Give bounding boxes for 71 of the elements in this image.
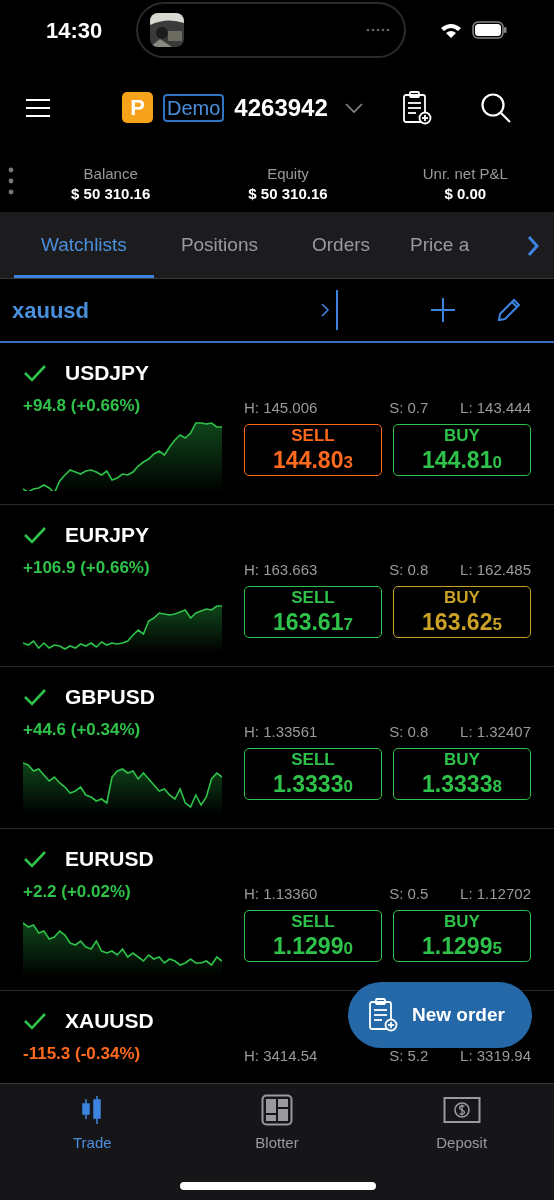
instrument-symbol[interactable]: GBPUSD: [65, 681, 155, 713]
tab[interactable]: Price a: [397, 212, 483, 278]
instrument-symbol[interactable]: EURUSD: [65, 843, 154, 875]
watchlist-name[interactable]: xauusd: [12, 293, 320, 327]
check-icon: [23, 363, 47, 383]
buy-button[interactable]: BUY 1.12995: [393, 909, 531, 962]
chevron-right-icon[interactable]: [526, 235, 540, 257]
high-price: H: 3414.54: [244, 1046, 318, 1066]
dashboard-icon: [261, 1094, 293, 1126]
buy-button[interactable]: BUY 1.33338: [393, 747, 531, 800]
price-change: +106.9 (+0.66%): [23, 557, 151, 579]
high-price: H: 1.13360: [244, 884, 318, 904]
chevron-down-icon[interactable]: [343, 101, 364, 114]
check-icon: [23, 525, 47, 545]
spread: S: 5.2: [389, 1046, 429, 1066]
dollar-bill-icon: [442, 1094, 481, 1126]
wifi-icon: [440, 22, 462, 38]
spread: S: 0.5: [389, 884, 429, 904]
summary-label: Equity: [267, 163, 309, 184]
sell-button[interactable]: SELL 1.33330: [244, 747, 382, 800]
new-order-button[interactable]: New order: [348, 982, 532, 1048]
sell-button[interactable]: SELL 1.12990: [244, 909, 382, 962]
instrument-symbol[interactable]: USDJPY: [65, 357, 150, 389]
clipboard-add-icon: [368, 998, 398, 1032]
add-icon[interactable]: [430, 297, 456, 323]
more-vertical-icon[interactable]: [8, 167, 14, 195]
check-icon: [23, 1011, 47, 1031]
low-price: L: 3319.94: [460, 1046, 531, 1066]
nav-tab[interactable]: Blotter: [184, 1094, 370, 1156]
low-price: L: 1.12702: [460, 884, 531, 904]
chevron-right-icon[interactable]: [320, 302, 330, 318]
price-change: +44.6 (+0.34%): [23, 719, 142, 741]
tab[interactable]: Watchlists: [14, 212, 154, 278]
buy-button[interactable]: BUY 163.625: [393, 585, 531, 638]
pencil-icon[interactable]: [496, 297, 522, 323]
price-change: +94.8 (+0.66%): [23, 395, 142, 417]
search-icon[interactable]: [479, 91, 512, 124]
price-change: -115.3 (-0.34%): [23, 1043, 142, 1065]
menu-icon[interactable]: [24, 96, 52, 119]
nav-tab[interactable]: Trade: [0, 1094, 185, 1156]
high-price: H: 145.006: [244, 398, 318, 418]
high-price: H: 163.663: [244, 560, 318, 580]
battery-icon: [472, 21, 508, 39]
clipboard-add-icon[interactable]: [401, 90, 432, 125]
high-price: H: 1.33561: [244, 722, 318, 742]
check-icon: [23, 849, 47, 869]
summary-label: Unr. net P&L: [422, 163, 508, 184]
buy-button[interactable]: BUY 144.810: [393, 423, 531, 476]
spread: S: 0.8: [389, 560, 429, 580]
instrument-symbol[interactable]: EURJPY: [65, 519, 150, 551]
tab[interactable]: Orders: [285, 212, 398, 278]
summary-value: $ 50 310.16: [71, 183, 151, 204]
spread: S: 0.8: [389, 722, 429, 742]
account-type-badge: P: [122, 92, 153, 123]
nav-tab[interactable]: Deposit: [369, 1094, 554, 1156]
spread: S: 0.7: [389, 398, 429, 418]
sell-button[interactable]: SELL 163.617: [244, 585, 382, 638]
price-change: +2.2 (+0.02%): [23, 881, 132, 903]
account-number[interactable]: 4263942: [234, 89, 328, 126]
low-price: L: 143.444: [460, 398, 531, 418]
summary-value: $ 50 310.16: [248, 183, 328, 204]
low-price: L: 1.32407: [460, 722, 531, 742]
check-icon: [23, 687, 47, 707]
tab[interactable]: Positions: [153, 212, 285, 278]
demo-tag: Demo: [163, 93, 225, 122]
sell-button[interactable]: SELL 144.803: [244, 423, 382, 476]
instrument-symbol[interactable]: XAUUSD: [65, 1005, 154, 1037]
summary-value: $ 0.00: [444, 183, 487, 204]
summary-label: Balance: [83, 163, 138, 184]
status-time: 14:30: [46, 16, 103, 45]
low-price: L: 162.485: [460, 560, 531, 580]
